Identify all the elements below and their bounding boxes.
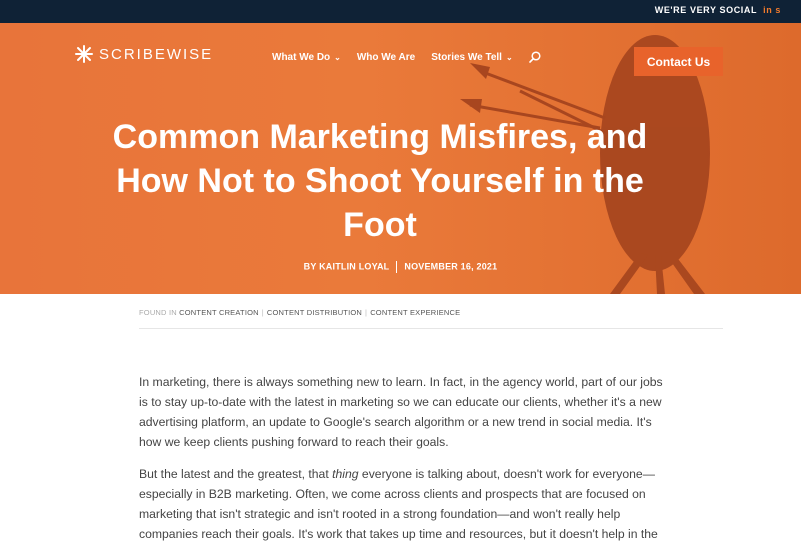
article-body: In marketing, there is always something …: [139, 372, 664, 556]
target-leg-left: [610, 253, 648, 294]
category-separator: |: [365, 308, 368, 317]
nav-label: What We Do: [272, 51, 331, 63]
category-divider: [139, 328, 723, 329]
nav-item-what-we-do[interactable]: What We Do ⌄: [272, 52, 341, 63]
nav-item-who-we-are[interactable]: Who We Are: [357, 52, 415, 63]
main-nav: What We Do ⌄ Who We Are Stories We Tell ⌄: [272, 51, 541, 63]
hero-banner: SCRIBEWISE What We Do ⌄ Who We Are Storie…: [0, 23, 801, 294]
category-list: FOUND IN CONTENT CREATION | CONTENT DISTRI…: [139, 308, 460, 317]
categories-prefix: FOUND IN: [139, 308, 177, 317]
nav-label: Stories We Tell: [431, 51, 502, 63]
paragraph-text: But the latest and the greatest, that: [139, 467, 333, 481]
social-link[interactable]: in s: [763, 5, 781, 15]
byline: BY KAITLIN LOYAL NOVEMBER 16, 2021: [0, 261, 801, 273]
page-title: Common Marketing Misfires, and How Not t…: [112, 118, 648, 244]
contact-us-button[interactable]: Contact Us: [634, 47, 723, 76]
publish-date: NOVEMBER 16, 2021: [404, 261, 498, 272]
article-paragraph: In marketing, there is always something …: [139, 375, 663, 449]
emphasis-text: thing: [332, 467, 359, 481]
arrow-2-fletch: [460, 99, 482, 113]
brand-logo[interactable]: SCRIBEWISE: [74, 44, 213, 64]
category-link[interactable]: CONTENT EXPERIENCE: [370, 308, 460, 317]
social-text: WE'RE VERY SOCIAL: [654, 5, 758, 15]
starburst-logo-icon: [75, 45, 93, 63]
nav-item-stories-we-tell[interactable]: Stories We Tell ⌄: [431, 52, 512, 63]
byline-divider: [396, 261, 398, 273]
arrow-1-fletch: [470, 63, 490, 79]
category-separator: |: [261, 308, 264, 317]
chevron-down-icon: ⌄: [334, 52, 341, 62]
author-link[interactable]: BY KAITLIN LOYAL: [304, 261, 390, 271]
nav-label: Who We Are: [356, 51, 416, 63]
search-icon[interactable]: [528, 51, 541, 63]
social-label: WE'RE VERY SOCIAL in s: [655, 5, 781, 15]
logo-text: SCRIBEWISE: [99, 45, 214, 63]
category-link[interactable]: CONTENT DISTRIBUTION: [267, 308, 362, 317]
chevron-down-icon: ⌄: [505, 52, 513, 62]
top-bar: WE'RE VERY SOCIAL in s: [0, 0, 801, 23]
article-paragraph: But the latest and the greatest, that th…: [139, 464, 664, 544]
category-link[interactable]: CONTENT CREATION: [179, 308, 259, 317]
